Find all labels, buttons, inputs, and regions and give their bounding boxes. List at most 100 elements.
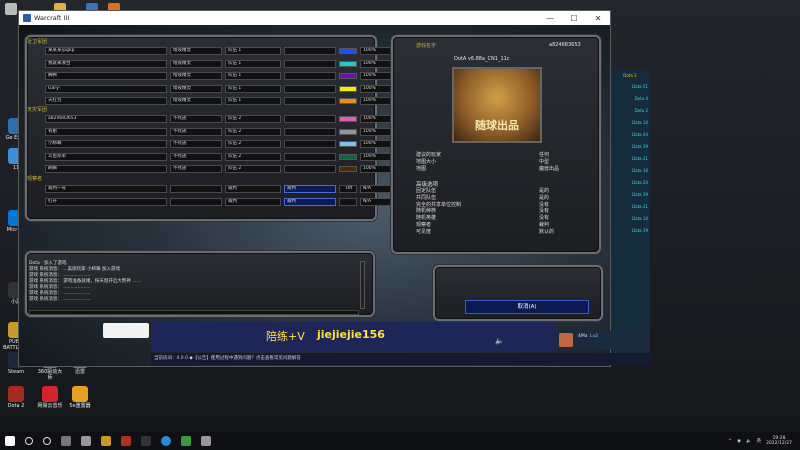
observer-dropdown[interactable]: 裁判 bbox=[284, 185, 336, 193]
input-language[interactable]: 英 bbox=[757, 438, 762, 444]
player-handicap-field[interactable]: 100% bbox=[360, 115, 394, 123]
team-extra-field[interactable] bbox=[284, 59, 336, 68]
player-race-field[interactable]: 不死族 bbox=[170, 127, 222, 136]
player-name-field[interactable]: 斗鱼荐荣 bbox=[45, 152, 167, 161]
team-extra-field[interactable] bbox=[284, 152, 336, 161]
player-handicap-field[interactable]: 100% bbox=[360, 47, 394, 55]
player-team-field[interactable]: 队伍 1 bbox=[225, 47, 281, 55]
speaker-icon[interactable]: 🔈 bbox=[746, 439, 752, 444]
player-color-swatch[interactable] bbox=[339, 60, 357, 67]
player-race-field[interactable]: 暗夜精灵 bbox=[170, 72, 222, 80]
observer-dropdown[interactable]: 裁判 bbox=[284, 197, 336, 206]
team-extra-field[interactable] bbox=[284, 165, 336, 173]
team-extra-field[interactable] bbox=[284, 47, 336, 55]
player-name-field[interactable]: 刷嘛 bbox=[45, 165, 167, 173]
player-name-field[interactable]: 打开 bbox=[45, 197, 167, 206]
task-view-icon[interactable] bbox=[43, 437, 51, 445]
player-handicap-field[interactable]: 100% bbox=[360, 140, 394, 148]
player-handicap-field[interactable]: 100% bbox=[360, 127, 394, 136]
player-race-field[interactable]: 暗夜精灵 bbox=[170, 47, 222, 55]
player-race-field[interactable]: 暗夜精灵 bbox=[170, 59, 222, 68]
player-handicap-field[interactable]: 100% bbox=[360, 165, 394, 173]
clock[interactable]: 19:28 2022/12/27 bbox=[766, 436, 792, 447]
tray-chevron-icon[interactable]: ^ bbox=[728, 439, 732, 444]
minimize-button[interactable]: — bbox=[538, 14, 562, 23]
player-color-swatch[interactable] bbox=[339, 85, 357, 92]
chat-input[interactable] bbox=[29, 310, 359, 315]
recycle-bin-icon[interactable] bbox=[5, 3, 17, 15]
player-handicap-field[interactable]: 100% bbox=[360, 59, 394, 68]
player-color-swatch[interactable] bbox=[339, 98, 357, 104]
maximize-button[interactable]: ☐ bbox=[562, 14, 586, 23]
player-team-field[interactable]: 队伍 1 bbox=[225, 59, 281, 68]
player-race-field[interactable] bbox=[170, 197, 222, 206]
warcraft-window-taskbar-icon[interactable] bbox=[201, 436, 211, 446]
player-color-swatch[interactable] bbox=[339, 116, 357, 122]
team-extra-field[interactable] bbox=[284, 84, 336, 93]
chat-scrollbar[interactable] bbox=[360, 261, 365, 309]
player-color-swatch[interactable] bbox=[339, 141, 357, 147]
search-icon[interactable] bbox=[25, 437, 33, 445]
warcraft-taskbar-icon[interactable] bbox=[101, 436, 111, 446]
player-handicap-field[interactable]: 100% bbox=[360, 152, 394, 161]
player-name-field[interactable]: 腾腾 bbox=[45, 72, 167, 80]
app-taskbar-icon[interactable] bbox=[141, 436, 151, 446]
media-control-widget[interactable] bbox=[103, 323, 149, 338]
player-race-field[interactable]: 不死族 bbox=[170, 115, 222, 123]
player-color-swatch[interactable] bbox=[339, 48, 357, 54]
player-race-field[interactable]: 暗夜精灵 bbox=[170, 97, 222, 105]
player-color-swatch[interactable] bbox=[339, 128, 357, 135]
player-name-field[interactable]: 天红包 bbox=[45, 97, 167, 105]
player-race-field[interactable]: 暗夜精灵 bbox=[170, 84, 222, 93]
player-team-field[interactable]: 队伍 2 bbox=[225, 140, 281, 148]
player-name-field[interactable]: 我就来凑合 bbox=[45, 59, 167, 68]
player-race-field[interactable]: 不死族 bbox=[170, 140, 222, 148]
edge-icon[interactable] bbox=[81, 436, 91, 446]
wechat-icon[interactable] bbox=[181, 436, 191, 446]
chrome-icon[interactable] bbox=[161, 436, 171, 446]
player-name-field[interactable]: a824683653 bbox=[45, 115, 167, 123]
observer-toggle[interactable] bbox=[339, 197, 357, 206]
player-team-field[interactable]: 队伍 1 bbox=[225, 84, 281, 93]
desktop-shortcut[interactable]: Dota 2 bbox=[3, 386, 29, 409]
player-team-field[interactable]: 队伍 2 bbox=[225, 127, 281, 136]
player-handicap-field[interactable]: N/A bbox=[360, 185, 394, 193]
player-team-field[interactable]: 队伍 2 bbox=[225, 115, 281, 123]
widgets-icon[interactable] bbox=[61, 436, 71, 446]
network-icon[interactable]: ◉ bbox=[737, 439, 741, 444]
cancel-button[interactable]: 取消(A) bbox=[465, 300, 589, 314]
player-color-swatch[interactable] bbox=[339, 166, 357, 172]
team-extra-field[interactable] bbox=[284, 127, 336, 136]
player-handicap-field[interactable]: 100% bbox=[360, 72, 394, 80]
game-taskbar-icon[interactable] bbox=[121, 436, 131, 446]
player-team-field[interactable]: 裁判 bbox=[225, 197, 281, 206]
close-button[interactable]: ✕ bbox=[586, 14, 610, 23]
player-color-swatch[interactable] bbox=[339, 73, 357, 79]
player-team-field[interactable]: 队伍 1 bbox=[225, 72, 281, 80]
player-race-field[interactable]: 不死族 bbox=[170, 152, 222, 161]
player-handicap-field[interactable]: N/A bbox=[360, 197, 394, 206]
player-team-field[interactable]: 队伍 2 bbox=[225, 165, 281, 173]
player-handicap-field[interactable]: 100% bbox=[360, 97, 394, 105]
team-extra-field[interactable] bbox=[284, 115, 336, 123]
team-extra-field[interactable] bbox=[284, 97, 336, 105]
player-race-field[interactable]: 不死族 bbox=[170, 165, 222, 173]
player-name-field[interactable]: 有肥 bbox=[45, 127, 167, 136]
player-team-field[interactable]: 裁判 bbox=[225, 185, 281, 193]
player-handicap-field[interactable]: 100% bbox=[360, 84, 394, 93]
player-name-field[interactable]: 裁判一号 bbox=[45, 185, 167, 193]
player-name-field[interactable]: 某某某(pgkp bbox=[45, 47, 167, 55]
desktop-shortcut[interactable]: 5e重置器 bbox=[67, 386, 93, 409]
team-extra-field[interactable] bbox=[284, 72, 336, 80]
observer-toggle[interactable]: Off bbox=[339, 185, 357, 193]
team-extra-field[interactable] bbox=[284, 140, 336, 148]
player-name-field[interactable]: Gary- bbox=[45, 84, 167, 93]
player-name-field[interactable]: 小柿嘛 bbox=[45, 140, 167, 148]
windows-start-icon[interactable] bbox=[5, 436, 15, 446]
player-team-field[interactable]: 队伍 2 bbox=[225, 152, 281, 161]
desktop-shortcut[interactable]: 网易云音乐 bbox=[37, 386, 63, 409]
player-race-field[interactable] bbox=[170, 185, 222, 193]
volume-icon[interactable]: 🔈 bbox=[495, 337, 504, 345]
player-team-field[interactable]: 队伍 1 bbox=[225, 97, 281, 105]
player-color-swatch[interactable] bbox=[339, 153, 357, 160]
